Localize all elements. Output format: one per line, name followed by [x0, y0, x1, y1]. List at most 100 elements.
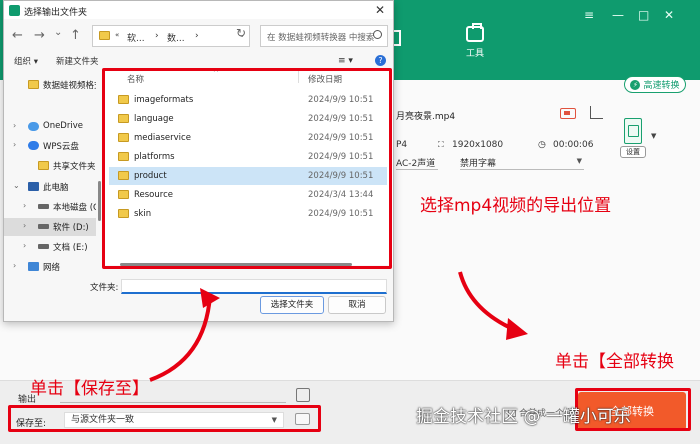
- nav-item[interactable]: 数据蛙视频格式: [4, 76, 96, 94]
- up-icon[interactable]: ↑: [70, 28, 81, 43]
- nav-item[interactable]: › WPS云盘: [4, 137, 96, 155]
- new-folder-button[interactable]: 新建文件夹: [56, 55, 99, 67]
- disk-icon: [38, 244, 49, 249]
- file-format-icon: [624, 118, 642, 144]
- cancel-label: 取消: [348, 300, 366, 310]
- chevron-icon[interactable]: ›: [23, 241, 26, 250]
- audio-select-value: AC-2声道: [396, 159, 436, 169]
- cloud-icon: [28, 122, 39, 131]
- chevron-down-icon: ▼: [576, 157, 582, 165]
- dialog-nav-bar: ← → ⌄ ↑ « 软... › 数... › ⌄ ↻ 在 数据蛙视频转换器 中…: [4, 23, 393, 49]
- disk-icon: [38, 224, 49, 229]
- output-settings-icon[interactable]: [296, 388, 310, 402]
- nav-item-label: 本地磁盘 (C:): [53, 203, 96, 213]
- nav-scrollbar[interactable]: [98, 181, 101, 221]
- search-input[interactable]: 在 数据蛙视频转换器 中搜索: [260, 25, 388, 47]
- recent-locations-icon[interactable]: ⌄: [54, 27, 62, 38]
- dialog-toolbar: 组织 ▾ 新建文件夹 ≡ ▾ ?: [4, 53, 393, 69]
- chevron-icon[interactable]: ›: [23, 201, 26, 210]
- folder-name-label: 文件夹:: [90, 283, 119, 293]
- format-value: P4: [396, 140, 408, 150]
- nav-item[interactable]: › 本地磁盘 (C:): [4, 198, 96, 216]
- help-icon[interactable]: ?: [375, 55, 386, 66]
- search-placeholder: 在 数据蛙视频转换器 中搜索: [267, 33, 375, 43]
- resolution-value: 1920x1080: [452, 140, 504, 150]
- nav-item-label: WPS云盘: [43, 142, 79, 152]
- close-app-icon[interactable]: ✕: [664, 8, 674, 22]
- tab-tools[interactable]: 工具: [455, 23, 495, 59]
- settings-label: 设置: [620, 146, 646, 158]
- chevron-icon[interactable]: ›: [13, 140, 16, 149]
- folder-icon: [99, 31, 110, 40]
- dialog-title-bar: 选择输出文件夹 ✕: [4, 1, 393, 19]
- computer-icon: [28, 182, 39, 191]
- select-folder-button[interactable]: 选择文件夹: [260, 296, 324, 314]
- high-speed-label: 高速转换: [643, 81, 680, 91]
- select-folder-label: 选择文件夹: [270, 300, 314, 310]
- annotation-select-location: 选择mp4视频的导出位置: [420, 196, 612, 216]
- breadcrumb-separator: ›: [195, 31, 199, 41]
- breadcrumb-overflow[interactable]: «: [115, 31, 119, 39]
- nav-item[interactable]: 共享文件夹: [4, 157, 96, 175]
- nav-item[interactable]: › 网络: [4, 258, 96, 271]
- menu-icon[interactable]: ≡: [584, 8, 594, 22]
- chevron-icon[interactable]: ›: [13, 261, 16, 270]
- nav-item-label: 此电脑: [43, 183, 69, 193]
- bolt-icon: ⚡: [630, 79, 641, 90]
- nav-item-label: OneDrive: [43, 121, 83, 131]
- annotation-click-convert-all: 单击【全部转换: [555, 352, 674, 372]
- chevron-down-icon[interactable]: ▼: [651, 132, 656, 140]
- folder-name-row: 文件夹:: [4, 277, 393, 295]
- chevron-icon[interactable]: ›: [23, 221, 26, 230]
- view-options-icon[interactable]: ≡ ▾: [338, 56, 353, 66]
- edit-icon[interactable]: [560, 108, 576, 119]
- high-speed-convert-button[interactable]: ⚡ 高速转换: [624, 76, 686, 93]
- navigation-pane: 数据蛙视频格式 › OneDrive › WPS云盘共享文件夹 ⌄ 此电脑 › 本地磁盘 (C:…: [4, 71, 96, 271]
- maximize-icon[interactable]: □: [638, 8, 649, 22]
- wps-icon: [28, 141, 39, 150]
- cancel-button[interactable]: 取消: [328, 296, 386, 314]
- annotation-click-save-to: 单击【保存至】: [30, 379, 149, 399]
- network-icon: [28, 262, 39, 271]
- folder-icon: [38, 161, 49, 170]
- nav-item-label: 网络: [43, 263, 61, 271]
- breadcrumb-separator: ›: [155, 31, 159, 41]
- nav-item-label: 数据蛙视频格式: [43, 81, 96, 91]
- dialog-title: 选择输出文件夹: [24, 8, 88, 18]
- annotation-box-file-list: [102, 68, 392, 269]
- disk-icon: [38, 204, 49, 209]
- refresh-icon[interactable]: ↻: [236, 26, 246, 40]
- crop-icon[interactable]: [590, 106, 603, 119]
- forward-icon[interactable]: →: [34, 28, 45, 43]
- organize-button[interactable]: 组织 ▾: [14, 55, 38, 67]
- subtitle-select[interactable]: 禁用字幕 ▼: [460, 156, 584, 170]
- minimize-icon[interactable]: —: [612, 8, 624, 22]
- clock-icon: ◷: [538, 140, 546, 150]
- chevron-icon[interactable]: ⌄: [13, 181, 20, 190]
- nav-item-label: 文档 (E:): [53, 243, 88, 253]
- close-icon[interactable]: ✕: [375, 3, 385, 17]
- audio-select[interactable]: AC-2声道: [396, 156, 438, 170]
- folder-icon: [28, 80, 39, 89]
- nav-item[interactable]: ⌄ 此电脑: [4, 178, 96, 196]
- nav-item[interactable]: › 文档 (E:): [4, 238, 96, 256]
- address-bar[interactable]: « 软... › 数... › ⌄: [92, 25, 250, 47]
- nav-item-label: 共享文件夹: [53, 162, 96, 172]
- breadcrumb-data[interactable]: 数...: [167, 31, 185, 44]
- back-icon[interactable]: ←: [12, 28, 23, 43]
- folder-name-input[interactable]: [121, 279, 387, 294]
- watermark: 掘金技术社区 @ 一罐小可乐: [416, 407, 631, 427]
- file-name: 月亮夜景.mp4: [396, 112, 456, 122]
- nav-item-label: 软件 (D:): [53, 223, 89, 233]
- chevron-icon[interactable]: ›: [13, 121, 16, 130]
- annotation-box-save-to: [8, 405, 321, 432]
- tab-tools-label: 工具: [465, 49, 484, 59]
- nav-item[interactable]: › 软件 (D:): [4, 218, 96, 236]
- tab-partial-icon: [393, 30, 401, 46]
- resolution-icon: ⛶: [438, 140, 444, 149]
- breadcrumb-software[interactable]: 软...: [127, 31, 145, 44]
- output-format-button[interactable]: 设置: [620, 118, 646, 158]
- subtitle-select-value: 禁用字幕: [460, 159, 497, 169]
- nav-item[interactable]: › OneDrive: [4, 118, 96, 136]
- toolbox-icon: [466, 23, 484, 42]
